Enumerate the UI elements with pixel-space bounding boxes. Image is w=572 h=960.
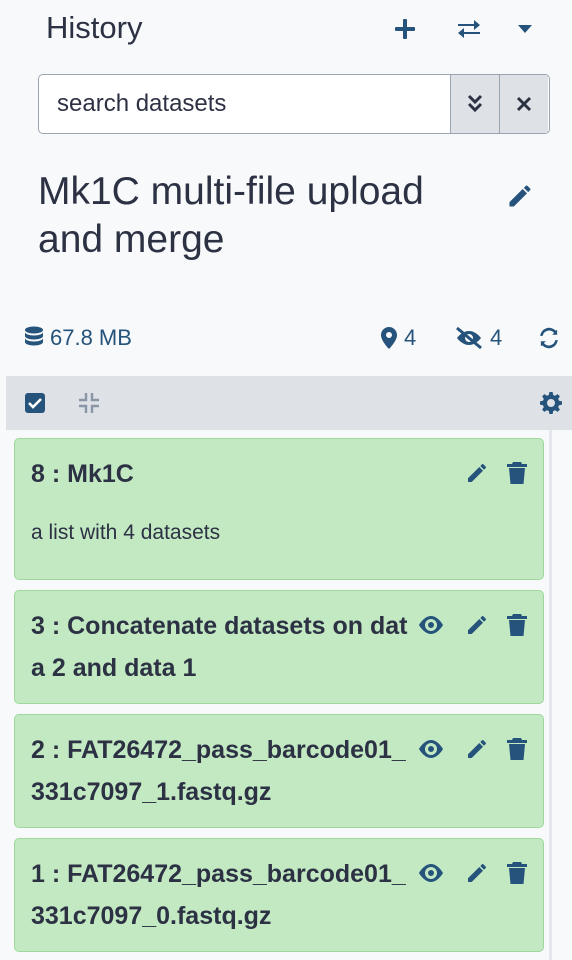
- refresh-icon: [540, 327, 558, 349]
- clear-search-button[interactable]: [499, 75, 548, 133]
- history-name: Mk1C multi-file upload and merge: [38, 170, 424, 261]
- pencil-icon[interactable]: [461, 733, 493, 765]
- panel-title: History: [46, 10, 143, 45]
- list-item[interactable]: 2 : FAT26472_pass_barcode01_331c7097_1.f…: [14, 714, 544, 828]
- switch-icon[interactable]: [452, 12, 486, 46]
- select-all-checkbox[interactable]: [20, 388, 50, 418]
- map-marker-icon: [381, 327, 397, 349]
- caret-down-icon[interactable]: [508, 12, 542, 46]
- item-title: 3 : Concatenate datasets on data 2 and d…: [31, 612, 408, 682]
- history-stats: 67.8 MB 4 4: [0, 318, 572, 358]
- plus-icon[interactable]: [388, 12, 422, 46]
- database-icon: [25, 326, 43, 346]
- compress-icon: [79, 393, 99, 413]
- advanced-search-button[interactable]: [450, 75, 499, 133]
- list-toolbar: [6, 376, 572, 430]
- close-icon: [516, 96, 532, 112]
- scrollbar[interactable]: [549, 430, 552, 960]
- gear-icon: [540, 392, 562, 414]
- collapse-all-button[interactable]: [74, 388, 104, 418]
- trash-icon[interactable]: [501, 457, 533, 489]
- list-item[interactable]: 8 : Mk1C a list with 4 datasets: [14, 438, 544, 580]
- pencil-icon[interactable]: [461, 609, 493, 641]
- eye-slash-icon: [456, 326, 482, 350]
- history-panel: History Mk1C multi-file upload and merge…: [0, 0, 572, 960]
- refresh-button[interactable]: [536, 318, 562, 358]
- double-chevron-down-icon: [467, 94, 483, 113]
- eye-icon[interactable]: [415, 609, 447, 641]
- history-items-list: 8 : Mk1C a list with 4 datasets 3 : Conc…: [6, 430, 572, 960]
- check-square-icon: [25, 393, 45, 413]
- trash-icon[interactable]: [501, 733, 533, 765]
- search-input[interactable]: [39, 75, 467, 133]
- list-item[interactable]: 1 : FAT26472_pass_barcode01_331c7097_0.f…: [14, 838, 544, 952]
- pencil-icon[interactable]: [461, 457, 493, 489]
- item-title: 2 : FAT26472_pass_barcode01_331c7097_1.f…: [31, 736, 406, 806]
- eye-icon[interactable]: [415, 733, 447, 765]
- hidden-count: 4: [490, 325, 503, 350]
- trash-icon[interactable]: [501, 857, 533, 889]
- list-settings-button[interactable]: [536, 388, 566, 418]
- eye-icon[interactable]: [415, 857, 447, 889]
- pencil-icon[interactable]: [500, 176, 540, 216]
- search-box: [38, 74, 550, 134]
- hidden-items[interactable]: 4: [454, 318, 502, 358]
- history-size[interactable]: 67.8 MB: [24, 318, 132, 358]
- shown-items[interactable]: 4: [380, 318, 416, 358]
- history-header: History: [0, 0, 572, 62]
- item-subtitle: a list with 4 datasets: [31, 521, 221, 544]
- trash-icon[interactable]: [501, 609, 533, 641]
- shown-count: 4: [404, 325, 417, 350]
- size-label: 67.8 MB: [50, 325, 132, 350]
- item-title: 1 : FAT26472_pass_barcode01_331c7097_0.f…: [31, 860, 406, 930]
- list-item[interactable]: 3 : Concatenate datasets on data 2 and d…: [14, 590, 544, 704]
- pencil-icon[interactable]: [461, 857, 493, 889]
- item-title: 8 : Mk1C: [31, 460, 134, 488]
